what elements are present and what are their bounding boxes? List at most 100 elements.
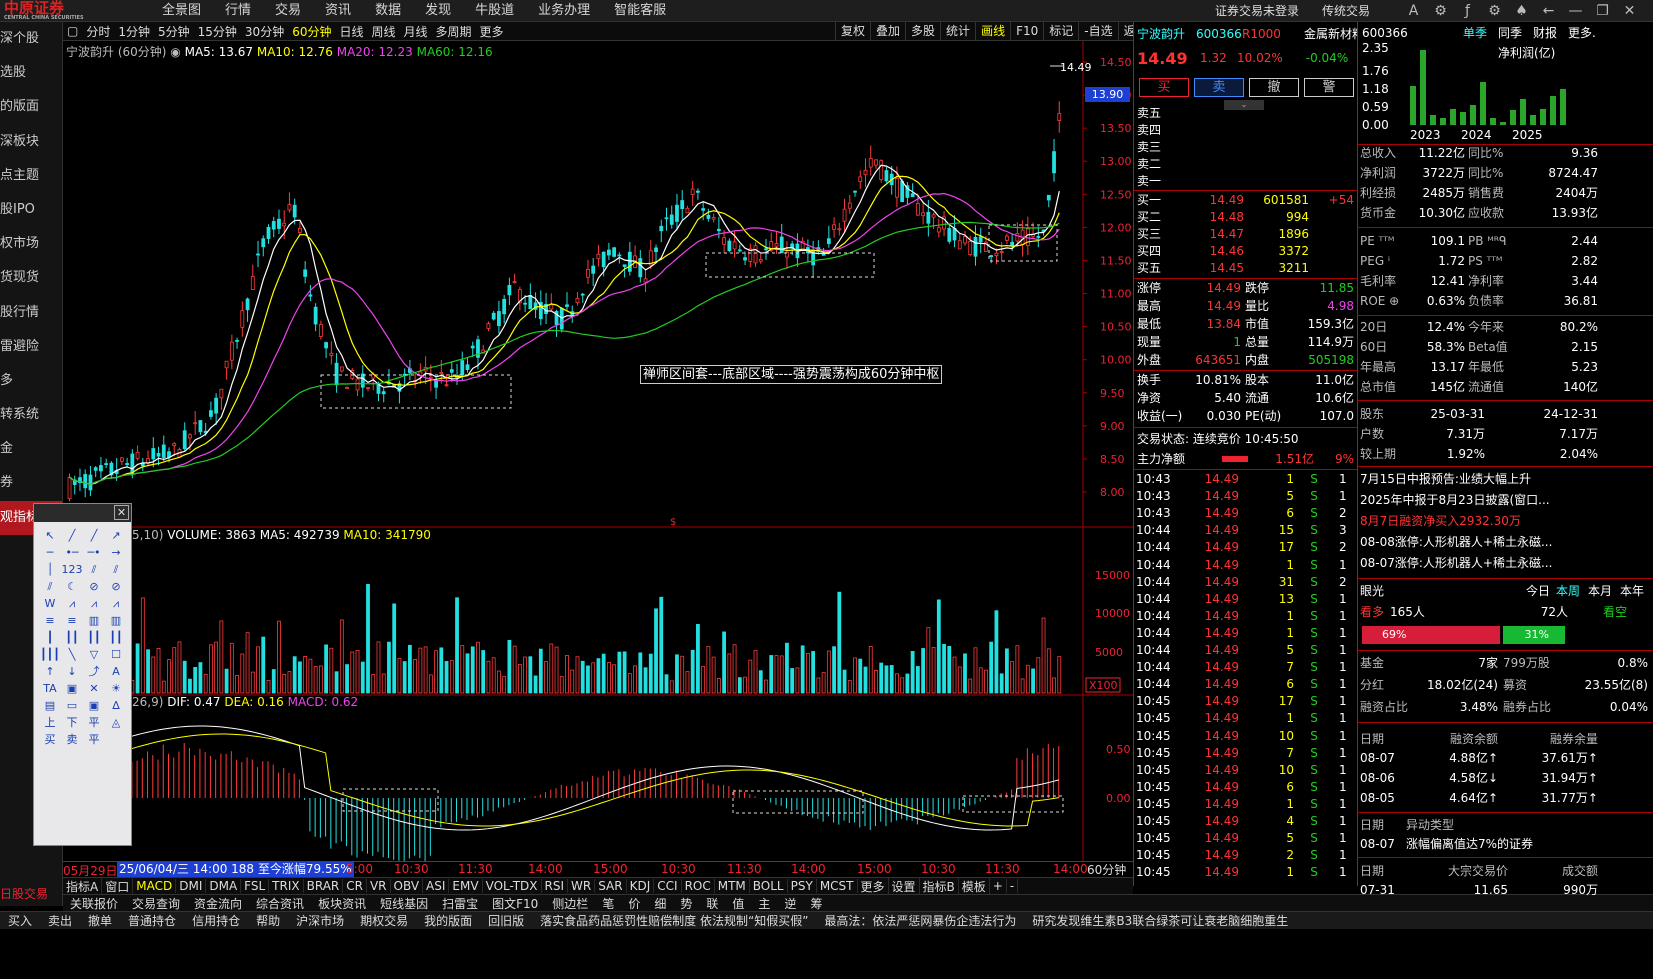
chart-button-4[interactable]: 画线 (975, 22, 1010, 41)
menu-item-5[interactable]: 发现 (413, 0, 463, 22)
indicator-8[interactable]: CR (343, 879, 367, 893)
draw-tool-48[interactable]: 买 (39, 731, 61, 748)
close-icon[interactable]: ✕ (114, 505, 129, 520)
indicator-13[interactable]: VOL-TDX (483, 879, 542, 893)
draw-tool-41[interactable]: ▭ (61, 697, 83, 714)
indicator-17[interactable]: KDJ (627, 879, 655, 893)
trade-button-0[interactable]: 买 (1139, 78, 1189, 97)
chart-annotation[interactable]: 禅师区间套---底部区域----强势震荡构成60分钟中枢 (640, 365, 943, 384)
left-nav-item-1[interactable]: 选股 (0, 56, 62, 90)
left-nav-item-6[interactable]: 权市场 (0, 227, 62, 261)
status-item-8[interactable]: 我的版面 (416, 912, 480, 929)
chart-button-5[interactable]: F10 (1010, 22, 1043, 41)
left-nav-item-7[interactable]: 货现货 (0, 261, 62, 295)
bottom-tab-3[interactable]: 综合资讯 (249, 895, 311, 912)
draw-tool-24[interactable]: ┃ (39, 629, 61, 646)
draw-tool-37[interactable]: ▣ (61, 680, 83, 697)
draw-tool-20[interactable]: ≡ (39, 612, 61, 629)
draw-tool-5[interactable]: •─ (61, 544, 83, 561)
kline-chart[interactable]: 14.5014.0013.5013.0012.5012.0011.5011.00… (63, 41, 1133, 861)
indicator-27[interactable]: 模板 (959, 877, 990, 895)
trade-button-3[interactable]: 警 (1304, 78, 1354, 97)
chart-button-1[interactable]: 叠加 (870, 22, 905, 41)
indicator-1[interactable]: 窗口 (102, 877, 134, 895)
indicator-12[interactable]: EMV (449, 879, 483, 893)
gear-icon[interactable]: ⚙ (1481, 0, 1508, 22)
left-nav-item-10[interactable]: 多 (0, 364, 62, 398)
left-nav-item-2[interactable]: 的版面 (0, 90, 62, 124)
trade-button-2[interactable]: 撤 (1249, 78, 1299, 97)
draw-tool-28[interactable]: ┃┃┃ (39, 646, 61, 663)
period-9[interactable]: 多周期 (432, 23, 476, 40)
draw-tool-18[interactable]: ⩘ (83, 595, 105, 612)
draw-tool-49[interactable]: 卖 (61, 731, 83, 748)
bottom-tab-6[interactable]: 扫雷宝 (435, 895, 485, 912)
bottom-tab-8[interactable]: 侧边栏 (545, 895, 595, 912)
draw-tool-33[interactable]: ↓ (61, 663, 83, 680)
left-nav-item-8[interactable]: 股行情 (0, 296, 62, 330)
draw-tool-32[interactable]: ↑ (39, 663, 61, 680)
left-nav-item-13[interactable]: 券 (0, 466, 62, 500)
draw-tool-30[interactable]: ▽ (83, 646, 105, 663)
tick-tab-1[interactable]: 价 (621, 895, 647, 912)
chart-button-0[interactable]: 复权 (835, 22, 870, 41)
status-item-6[interactable]: 沪深市场 (288, 912, 352, 929)
shirt-icon[interactable]: ♠ (1508, 0, 1535, 22)
left-nav-item-11[interactable]: 转系统 (0, 398, 62, 432)
period-1[interactable]: 1分钟 (114, 23, 154, 40)
draw-tool-25[interactable]: ┃┃ (61, 629, 83, 646)
indicator-29[interactable]: - (1007, 879, 1019, 893)
period-7[interactable]: 周线 (368, 23, 400, 40)
tick-tab-3[interactable]: 势 (673, 895, 699, 912)
left-nav-item-3[interactable]: 深板块 (0, 125, 62, 159)
indicator-6[interactable]: TRIX (269, 879, 304, 893)
draw-tool-11[interactable]: ⫽ (105, 561, 127, 578)
tick-tab-4[interactable]: 联 (699, 895, 725, 912)
indicator-5[interactable]: FSL (241, 879, 270, 893)
draw-tool-0[interactable]: ↖ (39, 527, 61, 544)
traditional-trade-button[interactable]: 传统交易 (1322, 0, 1370, 22)
draw-tool-38[interactable]: ✕ (83, 680, 105, 697)
indicator-0[interactable]: 指标A (63, 877, 103, 895)
draw-tool-29[interactable]: ╲ (61, 646, 83, 663)
draw-tool-9[interactable]: 123 (61, 561, 83, 578)
left-nav-item-5[interactable]: 股IPO (0, 193, 62, 227)
indicator-20[interactable]: MTM (715, 879, 750, 893)
back-icon[interactable]: ← (1535, 0, 1562, 22)
draw-tool-16[interactable]: W (39, 595, 61, 612)
menu-item-8[interactable]: 智能客服 (602, 0, 678, 22)
font-size-icon[interactable]: A (1400, 0, 1427, 22)
status-item-1[interactable]: 卖出 (40, 912, 80, 929)
draw-tool-39[interactable]: ☀ (105, 680, 127, 697)
indicator-10[interactable]: OBV (391, 879, 424, 893)
draw-tool-19[interactable]: ⩘ (105, 595, 127, 612)
draw-tool-44[interactable]: 上 (39, 714, 61, 731)
period-8[interactable]: 月线 (400, 23, 432, 40)
draw-tool-51[interactable] (105, 731, 127, 748)
draw-tool-34[interactable]: ⤴ (83, 663, 105, 680)
draw-tool-6[interactable]: ─• (83, 544, 105, 561)
indicator-14[interactable]: RSI (542, 879, 569, 893)
period-3[interactable]: 15分钟 (194, 23, 241, 40)
settings-icon[interactable]: ⚙ (1427, 0, 1454, 22)
status-item-2[interactable]: 撤单 (80, 912, 120, 929)
bottom-tab-5[interactable]: 短线基因 (373, 895, 435, 912)
status-item-4[interactable]: 信用持仓 (184, 912, 248, 929)
draw-tool-1[interactable]: ╱ (61, 527, 83, 544)
formula-icon[interactable]: ƒ (1454, 0, 1481, 22)
bottom-tab-2[interactable]: 资金流向 (187, 895, 249, 912)
trade-login-status[interactable]: 证券交易未登录 (1215, 0, 1299, 22)
indicator-25[interactable]: 设置 (889, 877, 920, 895)
close-icon[interactable]: ✕ (1616, 0, 1643, 22)
draw-tool-23[interactable]: ▥ (105, 612, 127, 629)
left-nav-item-0[interactable]: 深个股 (0, 22, 62, 56)
draw-tool-15[interactable]: ⊘ (105, 578, 127, 595)
draw-tool-4[interactable]: ─ (39, 544, 61, 561)
draw-tool-36[interactable]: TA (39, 680, 61, 697)
draw-tool-47[interactable]: ◬ (105, 714, 127, 731)
period-0[interactable]: 分时 (82, 23, 114, 40)
period-tag[interactable]: 60分钟 (1087, 861, 1126, 878)
menu-item-2[interactable]: 交易 (263, 0, 313, 22)
draw-tool-12[interactable]: ⫽ (39, 578, 61, 595)
drawing-toolbox[interactable]: ✕ ↖ ╱ ╱ ↗ ─ •─ ─• → │ 123 ⫽ ⫽ ⫽ ☾ ⊘ ⊘ W ⩘ ⩘ ⩘ ≡ ≡ ▥ ▥ ┃ ┃┃ ┃┃ ┃┃ ┃┃┃… (33, 503, 132, 846)
